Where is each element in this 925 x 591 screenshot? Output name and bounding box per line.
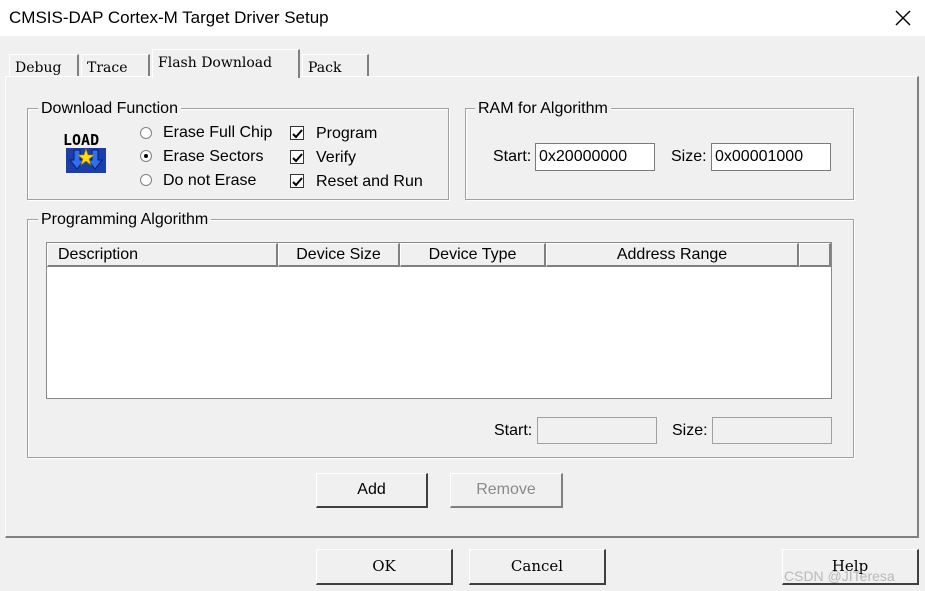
check-icon — [292, 153, 303, 163]
verify-checkbox[interactable] — [290, 150, 304, 164]
title-bar: CMSIS-DAP Cortex-M Target Driver Setup — [0, 0, 925, 36]
ram-size-input[interactable] — [711, 143, 831, 171]
tab-label: Pack — [308, 60, 342, 76]
check-icon — [292, 129, 303, 139]
ok-button[interactable]: OK — [316, 549, 453, 585]
tab-trace[interactable]: Trace — [81, 54, 150, 77]
algorithm-start-label: Start: — [494, 422, 533, 439]
tab-label: Trace — [87, 60, 128, 76]
erase-full-chip-label: Erase Full Chip — [163, 124, 273, 141]
algorithm-start-input — [537, 417, 657, 444]
tab-label: Debug — [15, 60, 62, 76]
cancel-button[interactable]: Cancel — [469, 549, 606, 585]
ram-size-label: Size: — [671, 148, 707, 165]
verify-label: Verify — [316, 149, 357, 166]
reset-and-run-label: Reset and Run — [316, 173, 423, 190]
ram-start-input[interactable] — [535, 143, 655, 171]
download-function-label: Download Function — [38, 100, 181, 118]
programming-algorithm-label: Programming Algorithm — [38, 211, 212, 229]
close-icon[interactable] — [888, 4, 918, 32]
column-device-size[interactable]: Device Size — [278, 243, 400, 267]
do-not-erase-radio[interactable] — [140, 174, 152, 186]
window-title: CMSIS-DAP Cortex-M Target Driver Setup — [9, 8, 329, 27]
erase-sectors-label: Erase Sectors — [163, 148, 264, 165]
column-filler — [799, 243, 831, 267]
remove-button: Remove — [450, 473, 563, 508]
algorithm-size-input — [712, 417, 832, 444]
tab-pack[interactable]: Pack — [302, 54, 369, 77]
reset-and-run-checkbox[interactable] — [290, 174, 304, 188]
do-not-erase-label: Do not Erase — [163, 172, 257, 189]
load-icon-text: LOAD — [63, 131, 99, 149]
column-device-type[interactable]: Device Type — [400, 243, 546, 267]
algorithm-list[interactable]: Description Device Size Device Type Addr… — [46, 242, 832, 399]
column-description[interactable]: Description — [47, 243, 278, 267]
tab-flash-download[interactable]: Flash Download — [152, 49, 300, 78]
ram-for-algorithm-label: RAM for Algorithm — [475, 100, 611, 118]
ram-start-label: Start: — [493, 148, 532, 165]
load-icon: LOAD — [62, 129, 110, 175]
algorithm-size-label: Size: — [672, 422, 708, 439]
tab-debug[interactable]: Debug — [9, 54, 79, 77]
program-label: Program — [316, 125, 378, 142]
watermark: CSDN @JITeresa — [784, 568, 895, 584]
erase-sectors-radio[interactable] — [140, 150, 152, 162]
tab-label: Flash Download — [158, 55, 273, 71]
add-button[interactable]: Add — [316, 473, 428, 508]
column-address-range[interactable]: Address Range — [546, 243, 799, 267]
program-checkbox[interactable] — [290, 126, 304, 140]
check-icon — [292, 177, 303, 187]
erase-full-chip-radio[interactable] — [140, 127, 152, 139]
